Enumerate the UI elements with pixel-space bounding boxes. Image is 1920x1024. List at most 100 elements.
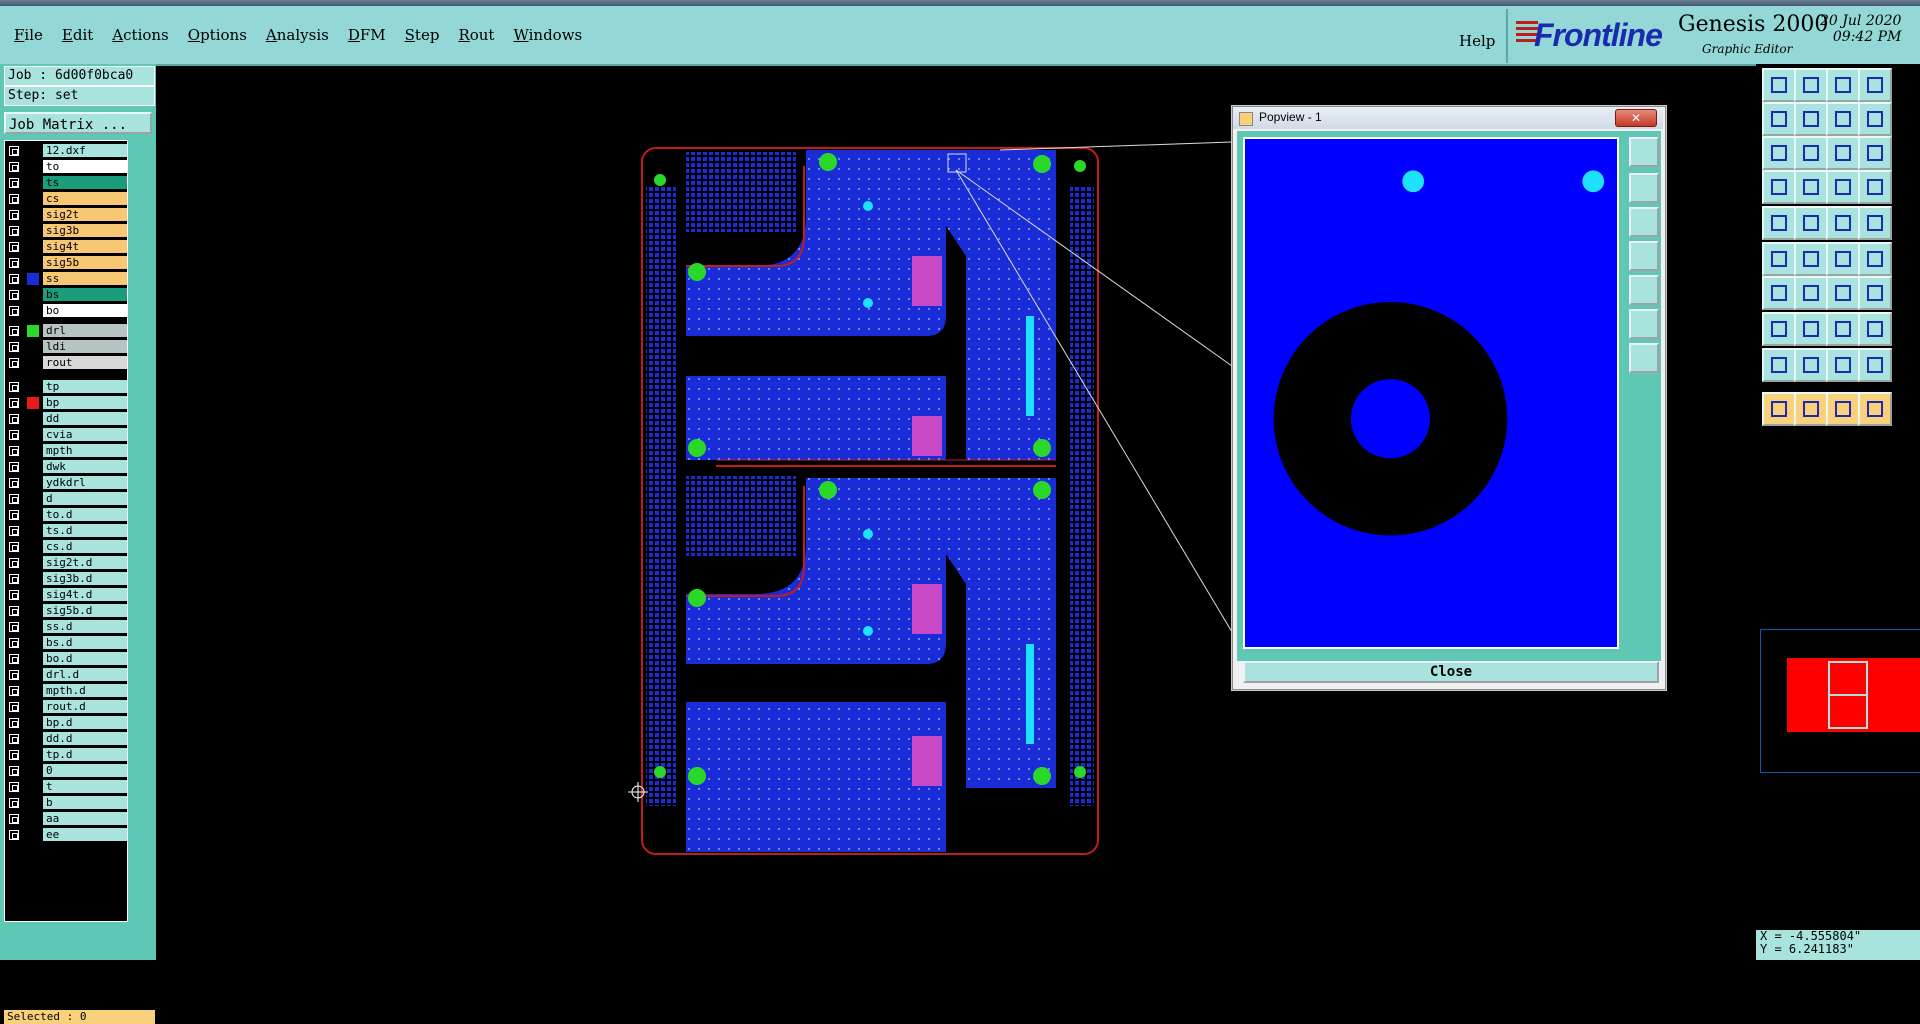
- layer-color-swatch[interactable]: [27, 621, 39, 633]
- zoom-fit-icon[interactable]: [1762, 136, 1796, 170]
- layer-name[interactable]: bp: [43, 396, 127, 409]
- layer-row[interactable]: sig2t: [5, 208, 127, 222]
- layer-color-swatch[interactable]: [27, 305, 39, 317]
- layer-name[interactable]: rout.d: [43, 700, 127, 713]
- layer-checkbox[interactable]: [9, 178, 19, 188]
- layer-name[interactable]: ss: [43, 272, 127, 285]
- layer-checkbox[interactable]: [9, 782, 19, 792]
- layer-checkbox[interactable]: [9, 290, 19, 300]
- layer-row[interactable]: sig5b: [5, 256, 127, 270]
- layer-color-swatch[interactable]: [27, 413, 39, 425]
- pan-right-icon[interactable]: [1794, 102, 1828, 136]
- layer-row[interactable]: dd.d: [5, 732, 127, 746]
- layer-name[interactable]: tp: [43, 380, 127, 393]
- popview-zoom-up-icon[interactable]: [1629, 173, 1659, 203]
- layer-name[interactable]: sig2t.d: [43, 556, 127, 569]
- surface-icon[interactable]: [1826, 348, 1860, 382]
- layer-color-swatch[interactable]: [27, 605, 39, 617]
- layer-row[interactable]: sig5b.d: [5, 604, 127, 618]
- layer-checkbox[interactable]: [9, 162, 19, 172]
- transform-icon[interactable]: [1858, 312, 1892, 346]
- fill-icon[interactable]: [1858, 348, 1892, 382]
- layer-name[interactable]: aa: [43, 812, 127, 825]
- layer-checkbox[interactable]: [9, 670, 19, 680]
- layer-color-swatch[interactable]: [27, 781, 39, 793]
- layer-color-swatch[interactable]: [27, 685, 39, 697]
- layer-color-swatch[interactable]: [27, 717, 39, 729]
- layer-color-swatch[interactable]: [27, 241, 39, 253]
- layer-name[interactable]: sig5b.d: [43, 604, 127, 617]
- layer-name[interactable]: dd: [43, 412, 127, 425]
- layer-row[interactable]: tp.d: [5, 748, 127, 762]
- layer-row[interactable]: ss: [5, 272, 127, 286]
- layer-row[interactable]: ts.d: [5, 524, 127, 538]
- menu-analysis[interactable]: Analysis: [266, 26, 329, 44]
- slash-icon[interactable]: [1794, 276, 1828, 310]
- grid-icon[interactable]: [1794, 170, 1828, 204]
- layer-checkbox[interactable]: [9, 306, 19, 316]
- popview-fit-icon[interactable]: [1629, 309, 1659, 339]
- layer-row[interactable]: cvia: [5, 428, 127, 442]
- layer-name[interactable]: to.d: [43, 508, 127, 521]
- measure-icon[interactable]: [1762, 170, 1796, 204]
- menu-dfm[interactable]: DFM: [348, 26, 386, 44]
- split-view-icon[interactable]: [1858, 68, 1892, 102]
- job-matrix-button[interactable]: Job Matrix ...: [4, 112, 152, 134]
- layer-color-swatch[interactable]: [27, 797, 39, 809]
- popview-close-icon[interactable]: ✕: [1615, 109, 1657, 127]
- layer-color-swatch[interactable]: [27, 589, 39, 601]
- layer-row[interactable]: sig2t.d: [5, 556, 127, 570]
- layer-color-swatch[interactable]: [27, 429, 39, 441]
- layer-row[interactable]: ts: [5, 176, 127, 190]
- layer-row[interactable]: bs.d: [5, 636, 127, 650]
- pointer-route-icon[interactable]: [1858, 392, 1892, 426]
- menu-rout[interactable]: Rout: [458, 26, 494, 44]
- layer-name[interactable]: cs: [43, 192, 127, 205]
- menu-file[interactable]: File: [14, 26, 43, 44]
- layer-checkbox[interactable]: [9, 274, 19, 284]
- layer-color-swatch[interactable]: [27, 765, 39, 777]
- layer-color-swatch[interactable]: [27, 325, 39, 337]
- layer-checkbox[interactable]: [9, 446, 19, 456]
- layer-checkbox[interactable]: [9, 358, 19, 368]
- layer-row[interactable]: bp: [5, 396, 127, 410]
- layer-color-swatch[interactable]: [27, 225, 39, 237]
- pad-icon[interactable]: [1762, 206, 1796, 240]
- pointer-select-icon[interactable]: [1794, 392, 1828, 426]
- layer-checkbox[interactable]: [9, 558, 19, 568]
- menu-edit[interactable]: Edit: [62, 26, 93, 44]
- layer-row[interactable]: mpth.d: [5, 684, 127, 698]
- text-icon[interactable]: [1794, 348, 1828, 382]
- layer-name[interactable]: sig2t: [43, 208, 127, 221]
- home-icon[interactable]: [1826, 68, 1860, 102]
- layer-row[interactable]: ss.d: [5, 620, 127, 634]
- layer-row[interactable]: drl.d: [5, 668, 127, 682]
- layer-row[interactable]: tp: [5, 380, 127, 394]
- zoom-center-icon[interactable]: [1794, 136, 1828, 170]
- layer-checkbox[interactable]: [9, 258, 19, 268]
- layer-name[interactable]: 0: [43, 764, 127, 777]
- layer-row[interactable]: ydkdrl: [5, 476, 127, 490]
- layer-color-swatch[interactable]: [27, 381, 39, 393]
- popview-window[interactable]: Popview - 1 ✕ Close: [1232, 106, 1666, 690]
- options-icon[interactable]: [1858, 170, 1892, 204]
- layer-row[interactable]: dd: [5, 412, 127, 426]
- layer-name[interactable]: dd.d: [43, 732, 127, 745]
- layer-name[interactable]: drl: [43, 324, 127, 337]
- layer-row[interactable]: sig3b.d: [5, 572, 127, 586]
- layer-row[interactable]: sig3b: [5, 224, 127, 238]
- layer-name[interactable]: sig5b: [43, 256, 127, 269]
- layer-checkbox[interactable]: [9, 542, 19, 552]
- layer-name[interactable]: ts.d: [43, 524, 127, 537]
- layer-checkbox[interactable]: [9, 590, 19, 600]
- layer-name[interactable]: bp.d: [43, 716, 127, 729]
- ruler-icon[interactable]: [1826, 206, 1860, 240]
- layer-row[interactable]: ee: [5, 828, 127, 842]
- layer-color-swatch[interactable]: [27, 161, 39, 173]
- menu-windows[interactable]: Windows: [513, 26, 582, 44]
- layer-row[interactable]: sig4t.d: [5, 588, 127, 602]
- popview-home-icon[interactable]: [1629, 137, 1659, 167]
- layer-checkbox[interactable]: [9, 750, 19, 760]
- cross-icon[interactable]: [1794, 242, 1828, 276]
- menu-actions[interactable]: Actions: [112, 26, 168, 44]
